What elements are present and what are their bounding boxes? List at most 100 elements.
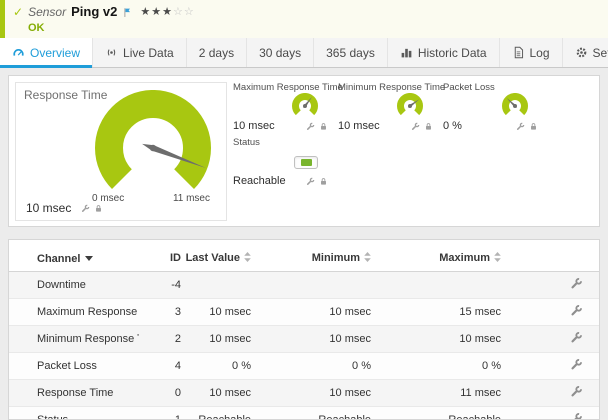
wrench-icon[interactable]: [570, 277, 583, 290]
channel-row-status[interactable]: Status 1 Reachable Reachable Reachable: [9, 406, 599, 419]
wrench-icon[interactable]: [411, 122, 420, 131]
wrench-icon[interactable]: [516, 122, 525, 131]
wrench-icon[interactable]: [570, 385, 583, 398]
priority-star[interactable]: ☆: [173, 5, 184, 19]
wrench-icon[interactable]: [306, 122, 315, 131]
sort-icon[interactable]: [244, 252, 251, 265]
status-indicator-icon: [294, 155, 318, 169]
channel-maximum: Reachable: [375, 406, 505, 419]
tab-2-days[interactable]: 2 days: [187, 38, 248, 67]
channel-settings-button[interactable]: [570, 412, 583, 419]
tab-label: 2 days: [198, 45, 235, 60]
small-gauge: [397, 92, 423, 122]
wrench-icon[interactable]: [81, 204, 90, 213]
channel-name[interactable]: Maximum Response Ti...: [9, 298, 139, 326]
column-label: Minimum: [311, 252, 360, 264]
tab-label: 30 days: [259, 45, 302, 60]
channel-filter-caret-icon[interactable]: [85, 252, 94, 264]
wrench-icon[interactable]: [306, 177, 315, 186]
tab-settings[interactable]: Settings: [563, 38, 608, 67]
channel-settings-button[interactable]: [570, 277, 583, 290]
channel-name[interactable]: Status: [9, 406, 139, 419]
prtg-sensor-page: ✓ Sensor Ping v2 ★ ★ ★ ☆ ☆ OK Overview Live D…: [0, 0, 608, 420]
gauge-scale: 0 msec 11 msec: [92, 193, 210, 204]
lock-icon[interactable]: [424, 122, 433, 131]
channel-maximum: 0 %: [375, 352, 505, 380]
channel-maximum: 11 msec: [375, 379, 505, 407]
channel-settings-button[interactable]: [570, 358, 583, 371]
sort-icon[interactable]: [494, 252, 501, 265]
broadcast-icon: [105, 46, 118, 59]
small-gauge: [502, 92, 528, 122]
column-label: ID: [170, 252, 181, 264]
tab-label: 365 days: [326, 45, 375, 60]
tab-log[interactable]: Log: [500, 38, 563, 67]
status-value: Reachable: [233, 175, 286, 187]
lock-icon[interactable]: [319, 122, 328, 131]
column-header-id[interactable]: ID: [139, 240, 185, 272]
sort-icon[interactable]: [364, 252, 371, 265]
lock-icon[interactable]: [94, 204, 103, 213]
channel-row-packet-loss[interactable]: Packet Loss 4 0 % 0 % 0 %: [9, 352, 599, 380]
channel-name[interactable]: Packet Loss: [9, 352, 139, 380]
column-header-min[interactable]: Minimum: [255, 240, 375, 272]
channel-minimum: 10 msec: [255, 325, 375, 353]
channel-last-value: 10 msec: [185, 379, 255, 407]
tab-label: Overview: [30, 45, 81, 60]
tab-label: Log: [529, 45, 550, 60]
column-label: Channel: [37, 253, 81, 265]
channel-settings-button[interactable]: [570, 304, 583, 317]
channel-name[interactable]: Downtime: [9, 271, 139, 299]
sensor-header: ✓ Sensor Ping v2 ★ ★ ★ ☆ ☆ OK: [0, 0, 608, 38]
column-header-max[interactable]: Maximum: [375, 240, 505, 272]
channel-maximum: 10 msec: [375, 325, 505, 353]
channel-settings-button[interactable]: [570, 331, 583, 344]
channel-maximum: 15 msec: [375, 298, 505, 326]
gauge-value: 0 %: [443, 120, 462, 132]
tab-live-data[interactable]: Live Data: [93, 38, 187, 67]
primary-gauge-value: 10 msec: [26, 201, 72, 215]
status-cell: Status Reachable: [233, 137, 338, 187]
channel-settings-button[interactable]: [570, 385, 583, 398]
channel-last-value: 0 %: [185, 352, 255, 380]
lock-icon[interactable]: [319, 177, 328, 186]
channel-id: 1: [139, 406, 185, 419]
channel-row-maximum-response-ti[interactable]: Maximum Response Ti... 3 10 msec 10 msec…: [9, 298, 599, 326]
wrench-icon[interactable]: [570, 304, 583, 317]
channel-row-downtime[interactable]: Downtime -4: [9, 271, 599, 299]
tab-overview[interactable]: Overview: [0, 38, 94, 68]
wrench-icon[interactable]: [570, 358, 583, 371]
gauge-scale-max: 11 msec: [172, 193, 210, 204]
channel-row-response-time[interactable]: Response Time 0 10 msec 10 msec 11 msec: [9, 379, 599, 407]
wrench-icon[interactable]: [570, 412, 583, 419]
lock-icon[interactable]: [529, 122, 538, 131]
channel-name[interactable]: Response Time: [9, 379, 139, 407]
column-label: Maximum: [439, 252, 490, 264]
tab-bar: Overview Live Data 2 days 30 days 365 days Hi…: [0, 38, 608, 68]
tab-30-days[interactable]: 30 days: [247, 38, 315, 67]
priority-star[interactable]: ★: [151, 5, 162, 19]
tab-historic-data[interactable]: Historic Data: [388, 38, 500, 67]
channel-row-minimum-response-time[interactable]: Minimum Response Time 2 10 msec 10 msec …: [9, 325, 599, 353]
primary-gauge-box: Response Time 0 msec 11 msec 10 msec: [15, 82, 227, 221]
channel-minimum: [255, 271, 375, 299]
channel-minimum: 10 msec: [255, 298, 375, 326]
priority-star[interactable]: ★: [162, 5, 173, 19]
priority-star[interactable]: ★: [140, 5, 151, 19]
tab-label: Historic Data: [417, 45, 487, 60]
main-content: Response Time 0 msec 11 msec 10 msec Max…: [0, 68, 608, 420]
tab-365-days[interactable]: 365 days: [314, 38, 388, 67]
gauge-value: 10 msec: [233, 120, 275, 132]
document-icon: [512, 46, 525, 59]
channel-minimum: Reachable: [255, 406, 375, 419]
channel-name[interactable]: Minimum Response Time: [9, 325, 139, 353]
column-header-channel[interactable]: Channel: [9, 240, 139, 272]
priority-star[interactable]: ☆: [184, 5, 195, 19]
column-header-last[interactable]: Last Value: [185, 240, 255, 272]
gauge-cell-minimum-response-time: Minimum Response Time 10 msec: [338, 82, 445, 132]
column-label: Last Value: [185, 252, 240, 264]
channel-minimum: 0 %: [255, 352, 375, 380]
barchart-icon: [400, 46, 413, 59]
object-kind-label: Sensor: [28, 5, 67, 19]
wrench-icon[interactable]: [570, 331, 583, 344]
